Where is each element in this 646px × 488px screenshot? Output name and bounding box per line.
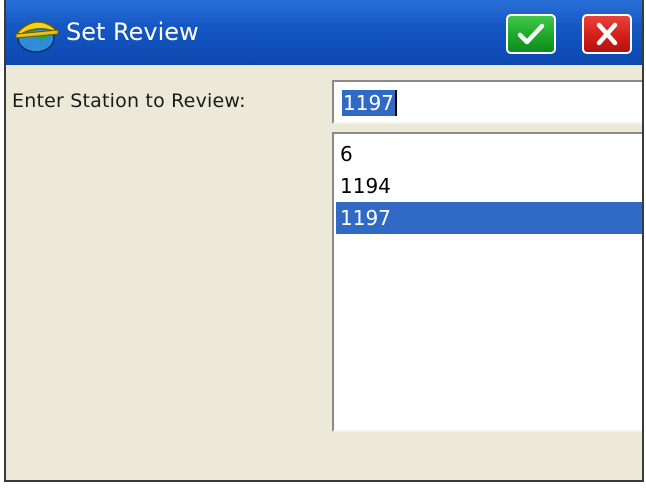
title-bar: Set Review bbox=[6, 0, 642, 65]
list-item-station-1194[interactable]: 1194 bbox=[336, 170, 642, 202]
station-list[interactable]: 6 1194 1197 bbox=[332, 132, 642, 432]
list-item-station-1197[interactable]: 1197 bbox=[336, 202, 642, 234]
station-input[interactable]: 1197 bbox=[332, 80, 642, 124]
close-x-icon bbox=[596, 22, 618, 46]
text-caret bbox=[395, 90, 397, 116]
window-title: Set Review bbox=[66, 18, 199, 46]
set-review-dialog: Set Review Enter Station to Review: 1197… bbox=[4, 0, 644, 482]
station-label: Enter Station to Review: bbox=[12, 90, 246, 112]
station-input-value: 1197 bbox=[342, 90, 395, 116]
list-item-station-6[interactable]: 6 bbox=[336, 138, 642, 170]
cancel-button[interactable] bbox=[582, 14, 632, 54]
hard-hat-globe-icon bbox=[12, 14, 62, 54]
ok-button[interactable] bbox=[506, 14, 556, 54]
checkmark-icon bbox=[517, 23, 545, 45]
